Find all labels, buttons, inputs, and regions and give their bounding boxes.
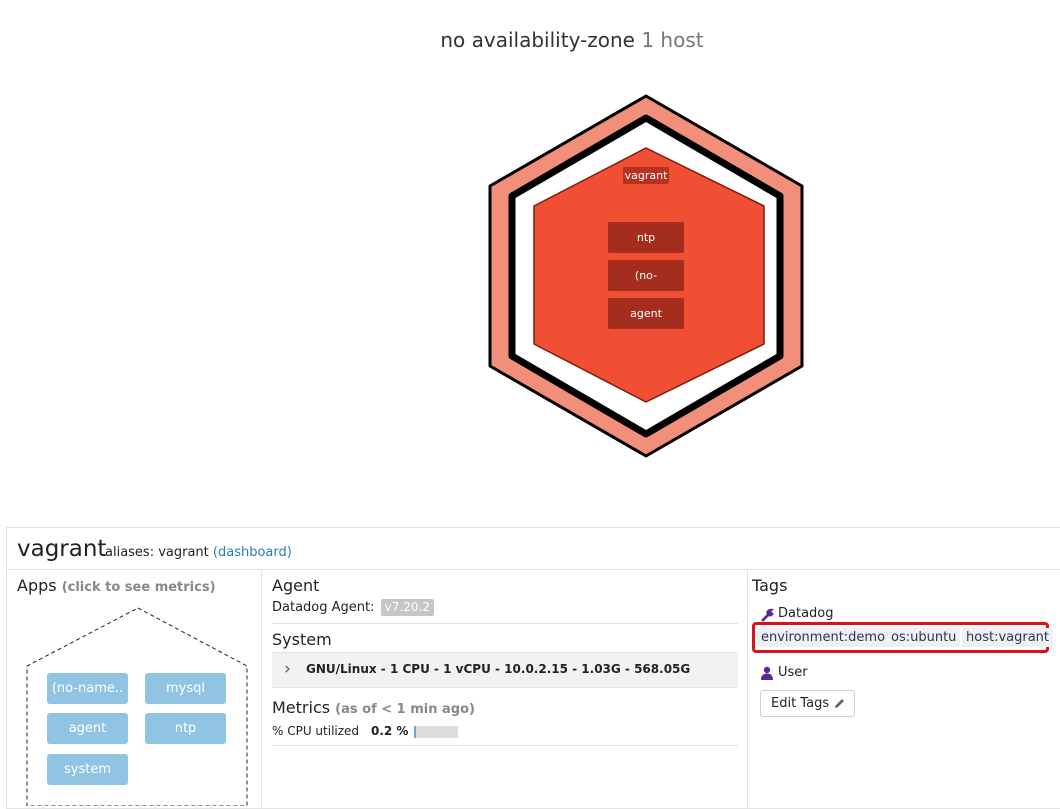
- cpu-value: 0.2 %: [371, 724, 409, 738]
- tag-os[interactable]: os:ubuntu: [887, 628, 961, 647]
- zone-host-count: 1 host: [641, 28, 704, 52]
- divider: [272, 745, 738, 746]
- panel-header: vagrant aliases: vagrant (dashboard): [7, 528, 1060, 570]
- dashboard-link[interactable]: (dashboard): [213, 545, 292, 560]
- hex-app-no-name[interactable]: (no-: [608, 260, 684, 291]
- app-button-agent[interactable]: agent: [47, 713, 128, 744]
- hex-app-ntp[interactable]: ntp: [608, 222, 684, 253]
- wrench-icon: [761, 608, 774, 622]
- zone-title: no availability-zone 1 host: [0, 28, 1060, 52]
- agent-title: Agent: [272, 576, 320, 595]
- datadog-tags-label: Datadog: [778, 606, 834, 621]
- agent-column: Agent Datadog Agent: v7.20.2 System › GN…: [262, 570, 748, 808]
- tag-host[interactable]: host:vagrant: [962, 628, 1054, 647]
- agent-version-badge: v7.20.2: [380, 599, 434, 616]
- pencil-icon: [835, 699, 844, 708]
- chevron-right-icon[interactable]: ›: [284, 659, 291, 679]
- user-icon: [761, 666, 773, 680]
- tags-title: Tags: [752, 576, 788, 595]
- aliases: aliases: vagrant (dashboard): [105, 545, 292, 560]
- agent-label: Datadog Agent:: [272, 600, 375, 615]
- cpu-label: % CPU utilized: [272, 724, 360, 738]
- metrics-title: Metrics (as of < 1 min ago): [272, 698, 475, 717]
- agent-version-row: Datadog Agent: v7.20.2: [272, 599, 434, 616]
- apps-column: Apps (click to see metrics) (no-name.. m…: [7, 570, 262, 808]
- system-summary-row[interactable]: › GNU/Linux - 1 CPU - 1 vCPU - 10.0.2.15…: [272, 652, 738, 688]
- app-button-ntp[interactable]: ntp: [145, 713, 226, 744]
- divider: [272, 623, 738, 624]
- metrics-title-text: Metrics: [272, 698, 331, 717]
- app-button-system[interactable]: system: [47, 754, 128, 785]
- apps-hint: (click to see metrics): [61, 580, 216, 595]
- host-label[interactable]: vagrant: [623, 167, 669, 184]
- tags-column: Tags Datadog environment:demo os:ubuntu …: [748, 570, 1060, 808]
- apps-title-text: Apps: [17, 576, 57, 595]
- zone-name: no availability-zone: [440, 28, 635, 52]
- app-button-no-name[interactable]: (no-name..: [47, 673, 128, 704]
- user-tags-label: User: [778, 665, 808, 680]
- edit-tags-button[interactable]: Edit Tags: [760, 690, 855, 717]
- system-title: System: [272, 630, 332, 649]
- app-button-mysql[interactable]: mysql: [145, 673, 226, 704]
- cpu-usage-bar: [414, 726, 458, 738]
- host-name: vagrant: [17, 536, 107, 562]
- host-detail-panel: vagrant aliases: vagrant (dashboard) App…: [6, 527, 1060, 809]
- cpu-usage-fill: [414, 726, 416, 738]
- aliases-label: aliases: vagrant: [105, 545, 209, 560]
- metrics-as-of: (as of < 1 min ago): [335, 702, 475, 717]
- hex-app-agent[interactable]: agent: [608, 298, 684, 329]
- edit-tags-label: Edit Tags: [771, 696, 830, 711]
- system-summary: GNU/Linux - 1 CPU - 1 vCPU - 10.0.2.15 -…: [306, 662, 691, 676]
- tag-environment[interactable]: environment:demo: [757, 628, 890, 647]
- apps-title: Apps (click to see metrics): [17, 576, 216, 595]
